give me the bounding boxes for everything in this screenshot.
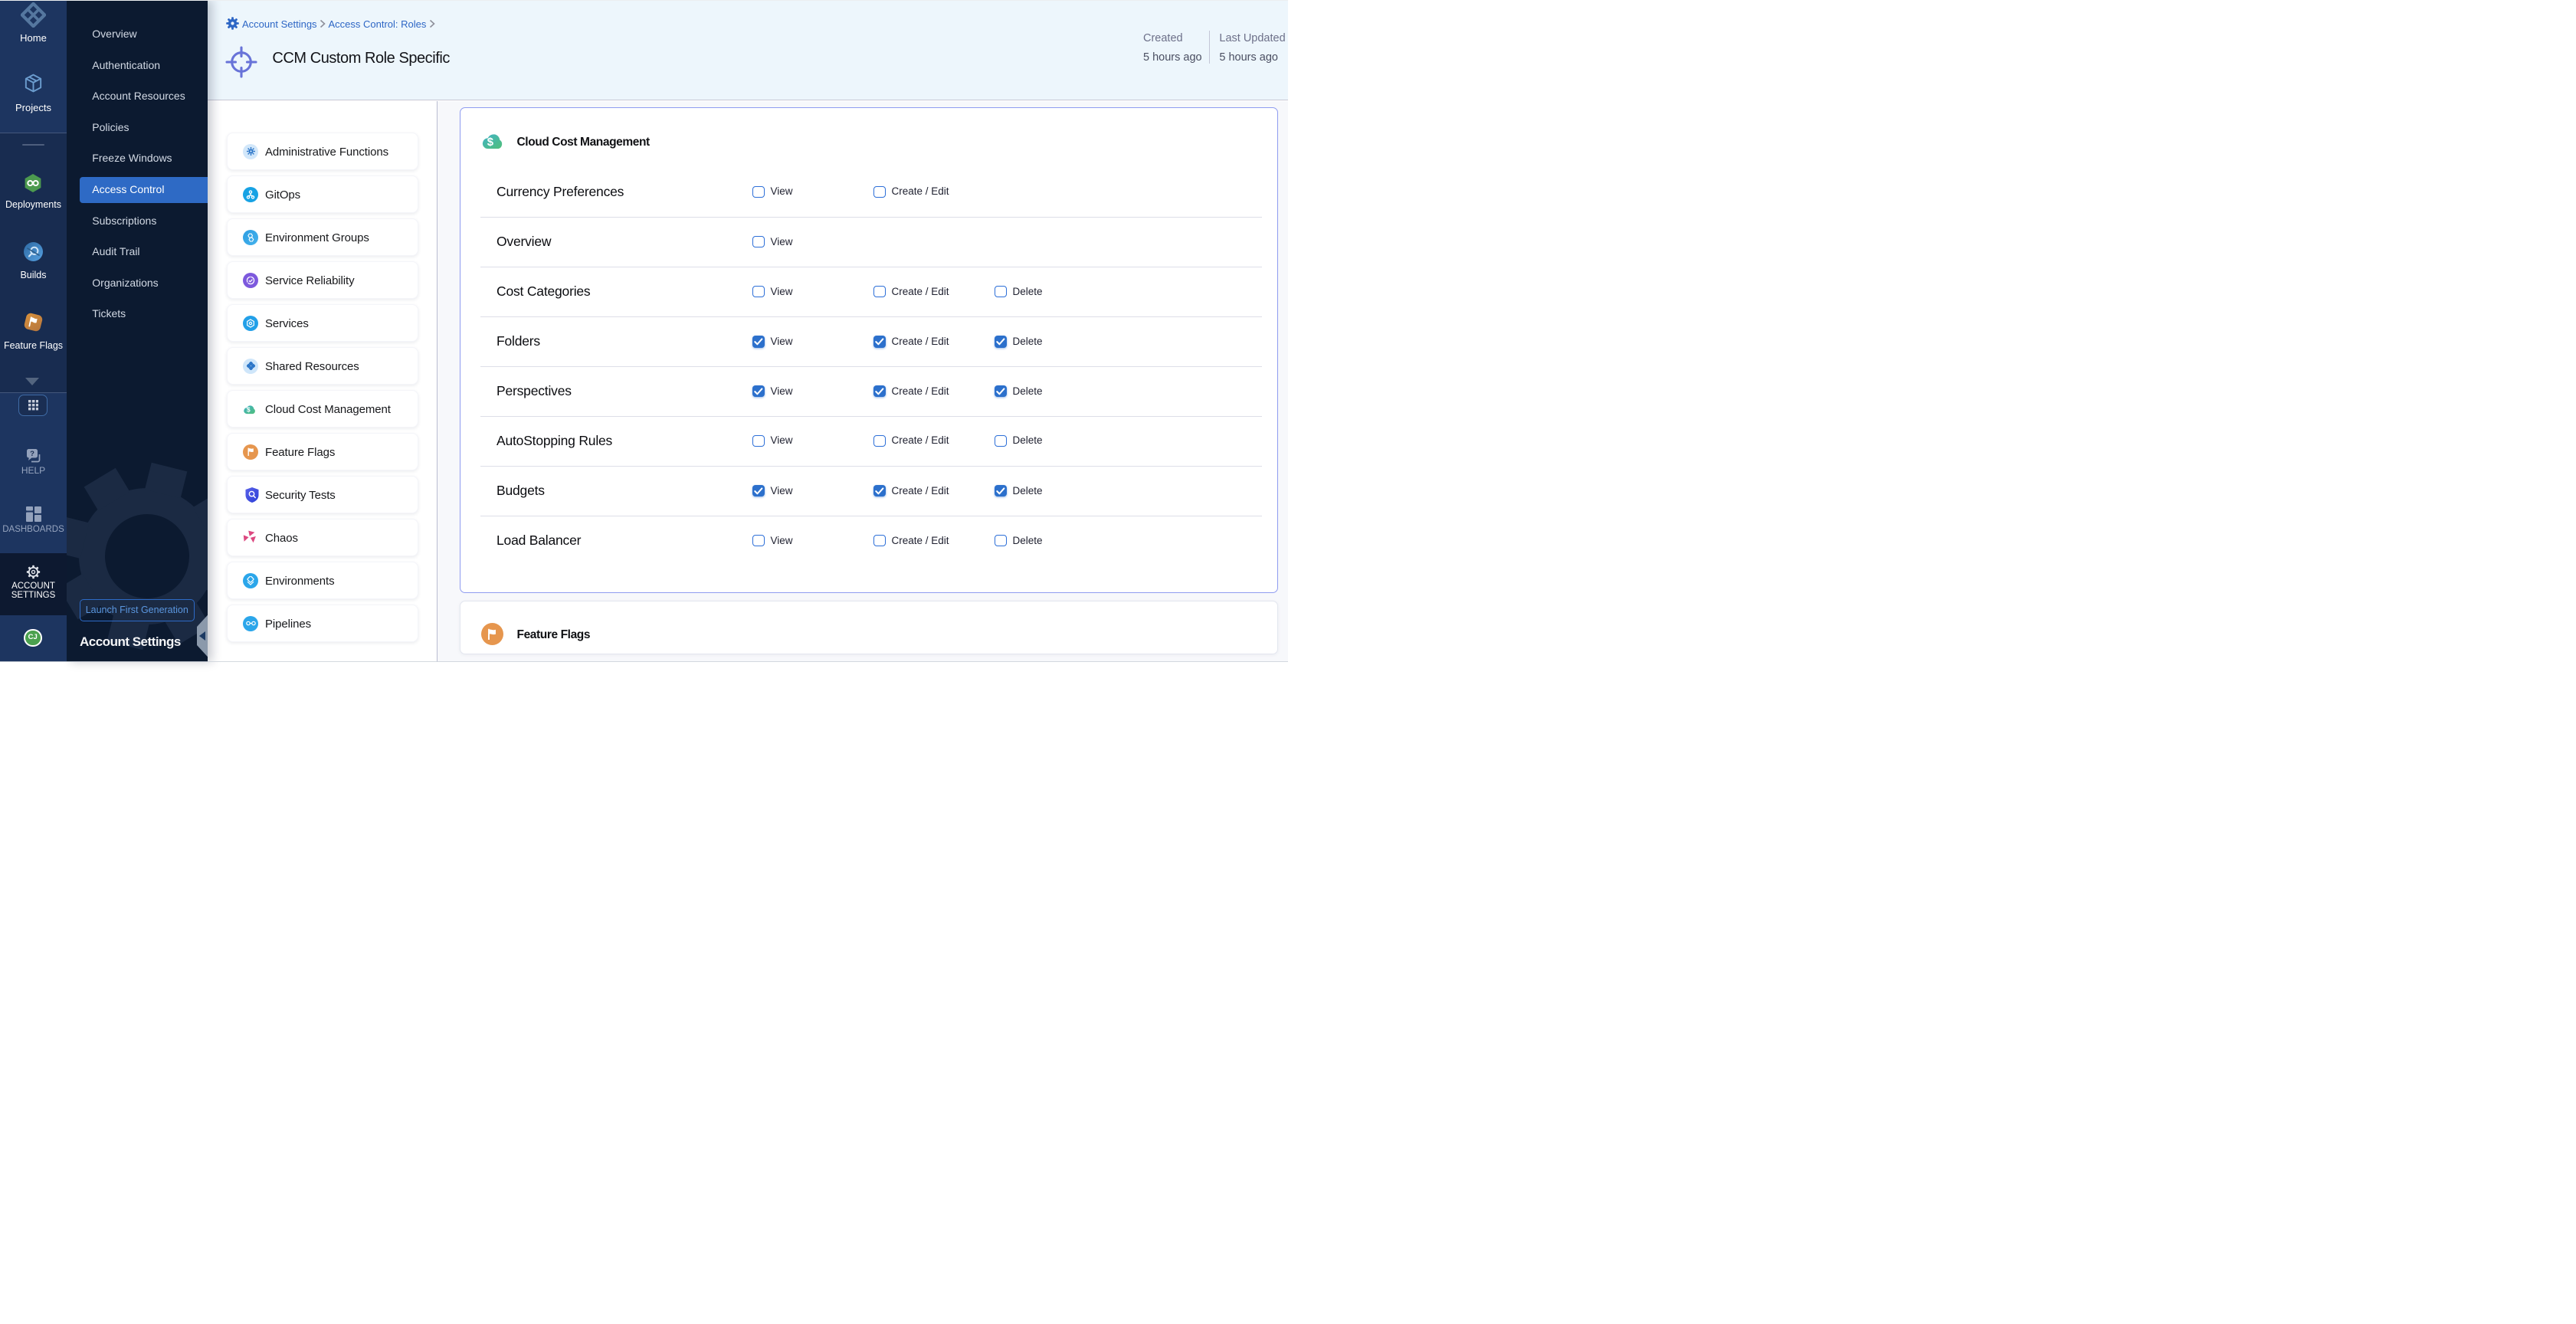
svg-text:$: $ — [487, 136, 494, 149]
svg-text:$: $ — [247, 405, 251, 413]
svg-text:?: ? — [30, 450, 34, 458]
